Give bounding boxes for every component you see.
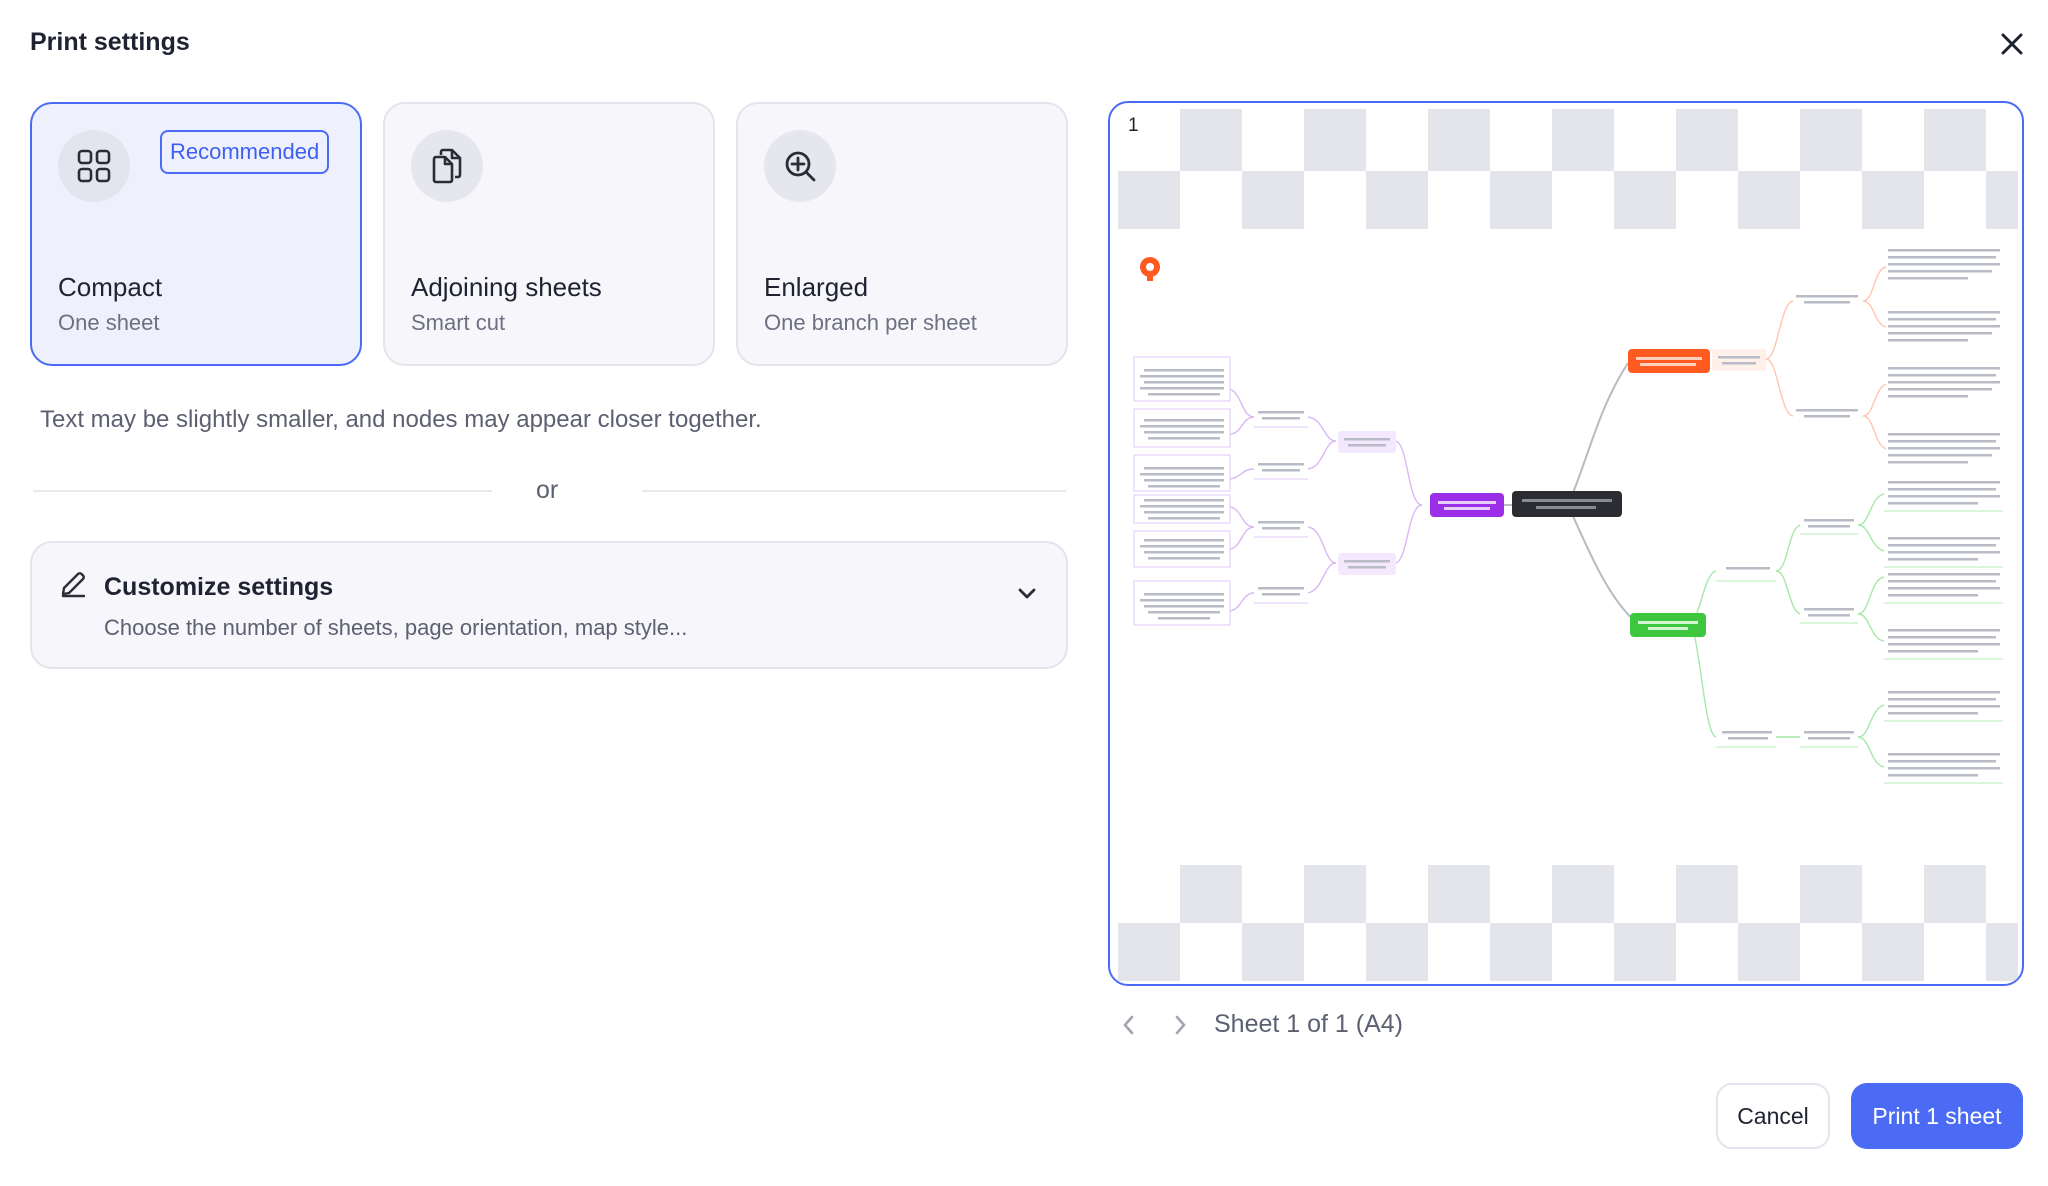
preview-margin-top <box>1118 109 2018 229</box>
option-subtitle: Smart cut <box>411 310 506 335</box>
chevron-right-icon <box>1175 1015 1186 1035</box>
customize-settings-toggle[interactable]: Customize settings Choose the number of … <box>30 541 1068 669</box>
print-settings-dialog: Print settings Recommended Compact One s… <box>0 0 2048 1186</box>
print-button[interactable]: Print 1 sheet <box>1851 1083 2023 1149</box>
copy-pages-icon-wrapper <box>411 130 483 202</box>
mind-map-thumbnail <box>1133 249 2003 784</box>
zoom-in-icon <box>785 151 816 182</box>
next-sheet-button[interactable] <box>1163 1008 1197 1042</box>
customize-subtitle: Choose the number of sheets, page orient… <box>104 615 688 640</box>
or-separator: or <box>536 476 559 504</box>
grid-icon <box>77 149 111 183</box>
dialog-title: Print settings <box>30 28 190 56</box>
preview-sheet <box>1118 229 2018 865</box>
option-subtitle: One sheet <box>58 310 160 335</box>
grid-icon-wrapper <box>58 130 130 202</box>
option-subtitle: One branch per sheet <box>764 310 977 335</box>
customize-title: Customize settings <box>104 573 334 601</box>
preview-margin-bottom <box>1118 865 2018 981</box>
pencil-icon <box>61 572 86 598</box>
option-title: Adjoining sheets <box>411 272 602 302</box>
option-compact[interactable]: Recommended Compact One sheet <box>30 102 362 366</box>
previous-sheet-button[interactable] <box>1112 1008 1146 1042</box>
cancel-button[interactable]: Cancel <box>1716 1083 1830 1149</box>
preview-page-number: 1 <box>1128 115 1139 136</box>
divider-right <box>642 490 1066 492</box>
close-icon <box>2001 33 2023 55</box>
zoom-in-icon-wrapper <box>764 130 836 202</box>
option-adjoining-sheets[interactable]: Adjoining sheets Smart cut <box>383 102 715 366</box>
close-button[interactable] <box>1994 26 2030 62</box>
option-hint-text: Text may be slightly smaller, and nodes … <box>40 406 762 433</box>
option-title: Enlarged <box>764 272 869 302</box>
chevron-left-icon <box>1123 1015 1134 1035</box>
option-title: Compact <box>58 272 163 302</box>
option-enlarged[interactable]: Enlarged One branch per sheet <box>736 102 1068 366</box>
recommended-badge: Recommended <box>160 130 330 174</box>
app-logo-icon <box>1140 257 1160 281</box>
chevron-down-icon <box>1018 588 1036 599</box>
print-preview: 1 <box>1108 101 2024 986</box>
copy-pages-icon <box>432 148 462 184</box>
divider-left <box>33 490 492 492</box>
sheet-indicator: Sheet 1 of 1 (A4) <box>1214 1010 1404 1038</box>
